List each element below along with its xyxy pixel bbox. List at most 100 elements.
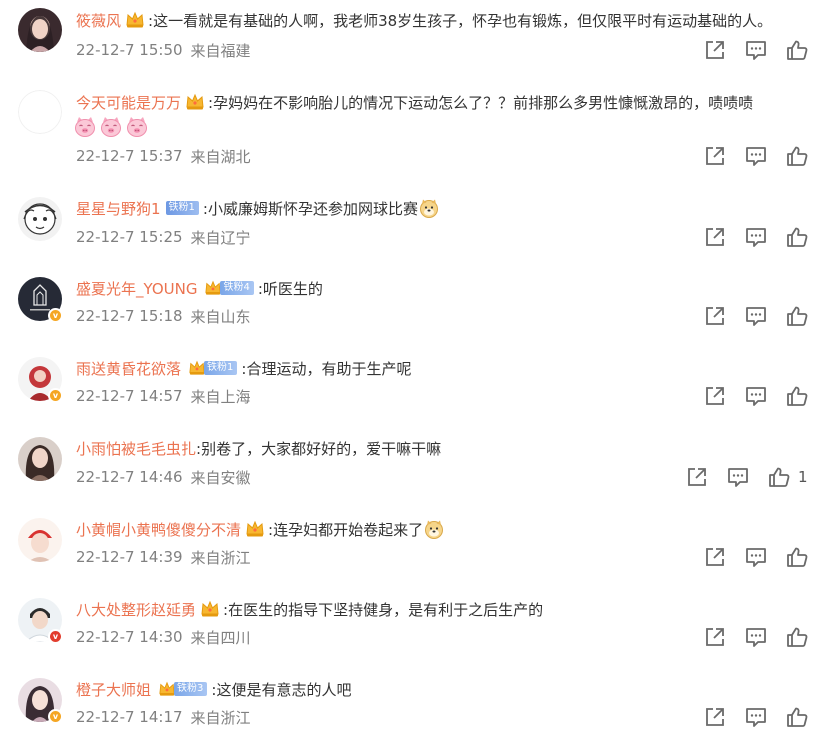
like-icon[interactable] [786, 226, 808, 248]
comment-location: 来自福建 [190, 41, 251, 60]
doge-emoji-icon [419, 198, 439, 218]
username[interactable]: 八大处整形赵延勇 [76, 599, 196, 620]
share-icon[interactable] [704, 305, 726, 327]
comment-time: 22-12-7 14:30 [76, 628, 183, 646]
username[interactable]: 今天可能是万万 [76, 92, 181, 113]
comment-icon[interactable] [745, 305, 767, 327]
share-icon[interactable] [704, 39, 726, 61]
username[interactable]: 雨送黄昏花欲落 [76, 358, 181, 379]
comment-location: 来自湖北 [190, 147, 251, 166]
comment-line: 星星与野狗1 铁粉1 :小威廉姆斯怀孕还参加网球比赛 [76, 196, 439, 220]
doge-emoji-icon [424, 519, 444, 539]
fan-level-label: 铁粉4 [220, 281, 254, 295]
share-icon[interactable] [704, 546, 726, 568]
comment-actions [704, 226, 808, 248]
comment-location: 来自安徽 [190, 468, 251, 487]
comment-location: 来自山东 [190, 307, 251, 326]
comment-icon[interactable] [745, 39, 767, 61]
comment-actions [704, 305, 808, 327]
avatar[interactable] [18, 90, 62, 134]
pig-emoji-icon [100, 116, 122, 138]
username[interactable]: 星星与野狗1 [76, 198, 161, 219]
comment-meta: 22-12-7 15:18 来自山东 [76, 306, 251, 326]
avatar[interactable] [18, 518, 62, 562]
comment-line: 橙子大师姐 铁粉3 :这便是有意志的人吧 [76, 677, 351, 701]
comment-icon[interactable] [727, 466, 749, 488]
comment-icon[interactable] [745, 626, 767, 648]
fan-level-label: 铁粉1 [165, 201, 199, 215]
crown-badge-icon [125, 11, 145, 29]
comment-location: 来自上海 [190, 387, 251, 406]
comment-meta: 22-12-7 14:46 来自安徽 [76, 467, 251, 487]
comment-meta: 22-12-7 14:57 来自上海 [76, 386, 251, 406]
like-icon[interactable] [786, 706, 808, 728]
username[interactable]: 橙子大师姐 [76, 679, 151, 700]
comment-actions [704, 546, 808, 568]
comment-time: 22-12-7 14:46 [76, 468, 183, 486]
comment-line: 盛夏光年_YOUNG 铁粉4 :听医生的 [76, 276, 323, 300]
comment-text: :这一看就是有基础的人啊，我老师38岁生孩子，怀孕也有锻炼，但仅限平时有运动基础… [148, 11, 773, 30]
comment-location: 来自浙江 [190, 548, 251, 567]
avatar[interactable] [18, 197, 62, 241]
share-icon[interactable] [704, 226, 726, 248]
like-icon[interactable] [786, 546, 808, 568]
crown-badge-icon [185, 93, 205, 111]
comment-actions [704, 145, 808, 167]
comment-meta: 22-12-7 15:37 来自湖北 [76, 146, 251, 166]
username[interactable]: 盛夏光年_YOUNG [76, 278, 197, 299]
comment-icon[interactable] [745, 546, 767, 568]
verified-badge-icon: v [48, 629, 63, 644]
comment-text: :合理运动，有助于生产呢 [241, 359, 412, 378]
comment-actions [704, 706, 808, 728]
comment-location: 来自辽宁 [190, 228, 251, 247]
comment-line: 八大处整形赵延勇 :在医生的指导下坚持健身，是有利于之后生产的 [76, 597, 543, 621]
like-icon[interactable] [786, 39, 808, 61]
comment-time: 22-12-7 15:18 [76, 307, 183, 325]
share-icon[interactable] [704, 626, 726, 648]
pig-emoji-icon [126, 116, 148, 138]
comment-text: :别卷了，大家都好好的，爱干嘛干嘛 [196, 439, 442, 458]
like-icon[interactable] [786, 305, 808, 327]
comment-text: :小威廉姆斯怀孕还参加网球比赛 [202, 199, 418, 218]
share-icon[interactable] [704, 385, 726, 407]
comment-actions [704, 626, 808, 648]
comment-meta: 22-12-7 15:50 来自福建 [76, 40, 251, 60]
username[interactable]: 小雨怕被毛毛虫扎 [76, 438, 196, 459]
username[interactable]: 筱薇风 [76, 10, 121, 31]
share-icon[interactable] [704, 145, 726, 167]
like-count: 1 [798, 468, 808, 486]
comment-line: 筱薇风 :这一看就是有基础的人啊，我老师38岁生孩子，怀孕也有锻炼，但仅限平时有… [76, 8, 772, 32]
comment-actions [704, 39, 808, 61]
share-icon[interactable] [686, 466, 708, 488]
comment-time: 22-12-7 15:50 [76, 41, 183, 59]
comment-actions: 1 [686, 466, 808, 488]
username[interactable]: 小黄帽小黄鸭傻傻分不清 [76, 519, 241, 540]
fan-level-label: 铁粉1 [204, 361, 238, 375]
avatar[interactable] [18, 437, 62, 481]
emoji-line [74, 116, 148, 140]
comment-time: 22-12-7 14:39 [76, 548, 183, 566]
comment-icon[interactable] [745, 385, 767, 407]
comment-meta: 22-12-7 14:30 来自四川 [76, 627, 251, 647]
like-icon[interactable] [786, 626, 808, 648]
like-icon[interactable] [786, 385, 808, 407]
comment-meta: 22-12-7 14:39 来自浙江 [76, 547, 251, 567]
fan-badge: 铁粉1 [165, 200, 199, 216]
comment-icon[interactable] [745, 226, 767, 248]
comment-icon[interactable] [745, 145, 767, 167]
comment-line: 小黄帽小黄鸭傻傻分不清 :连孕妇都开始卷起来了 [76, 517, 444, 541]
comment-meta: 22-12-7 15:25 来自辽宁 [76, 227, 251, 247]
fan-badge: 铁粉1 [187, 360, 238, 376]
comment-text: :连孕妇都开始卷起来了 [268, 520, 424, 539]
comment-text: :孕妈妈在不影响胎儿的情况下运动怎么了？？前排那么多男性慷慨激昂的，啧啧啧 [208, 93, 754, 112]
crown-badge-icon [200, 600, 220, 618]
fan-level-label: 铁粉3 [174, 682, 208, 696]
share-icon[interactable] [704, 706, 726, 728]
fan-badge: 铁粉3 [157, 681, 208, 697]
like-icon[interactable] [786, 145, 808, 167]
avatar[interactable] [18, 8, 62, 52]
comment-icon[interactable] [745, 706, 767, 728]
comment-time: 22-12-7 14:17 [76, 708, 183, 726]
comment-actions [704, 385, 808, 407]
like-icon[interactable] [768, 466, 790, 488]
